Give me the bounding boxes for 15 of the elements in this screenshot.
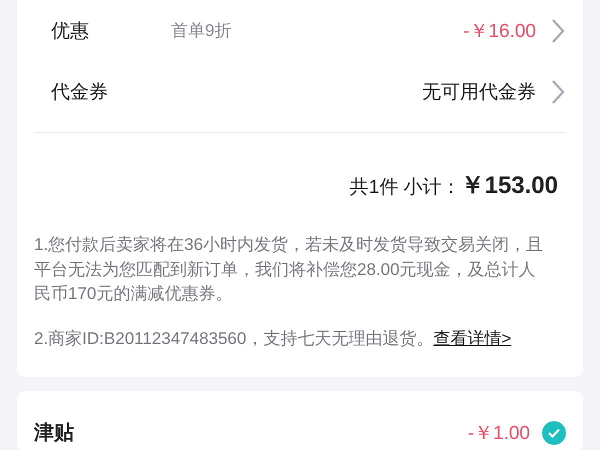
details-link[interactable]: 查看详情> — [433, 328, 512, 348]
row-value: 无可用代金券 — [422, 80, 536, 104]
notice-text: 1.您付款后卖家将在36小时内发货，若未及时发货导致交易关闭，且平台无法为您匹配到新订单，我们将补偿您28.00元现金，及总计人民币170元的满减优惠券。 — [34, 234, 544, 305]
row-label: 代金券 — [51, 80, 109, 104]
subsidy-label: 津贴 — [34, 421, 74, 446]
chevron-right-icon[interactable] — [550, 78, 566, 104]
item-count: 共1件 小计： — [350, 176, 461, 200]
subtotal-amount: ￥153.00 — [460, 171, 558, 201]
discount-note: 首单9折 — [171, 20, 232, 42]
row-label: 优惠 — [51, 20, 90, 44]
row-value: -￥16.00 — [463, 20, 536, 44]
checkbox[interactable] — [542, 420, 566, 444]
subsidy-amount: -￥1.00 — [468, 422, 530, 446]
chevron-right-icon[interactable] — [550, 18, 566, 44]
notice-text: 2.商家ID:B20112347483560，支持七天无理由退货。查看详情> — [34, 328, 512, 350]
